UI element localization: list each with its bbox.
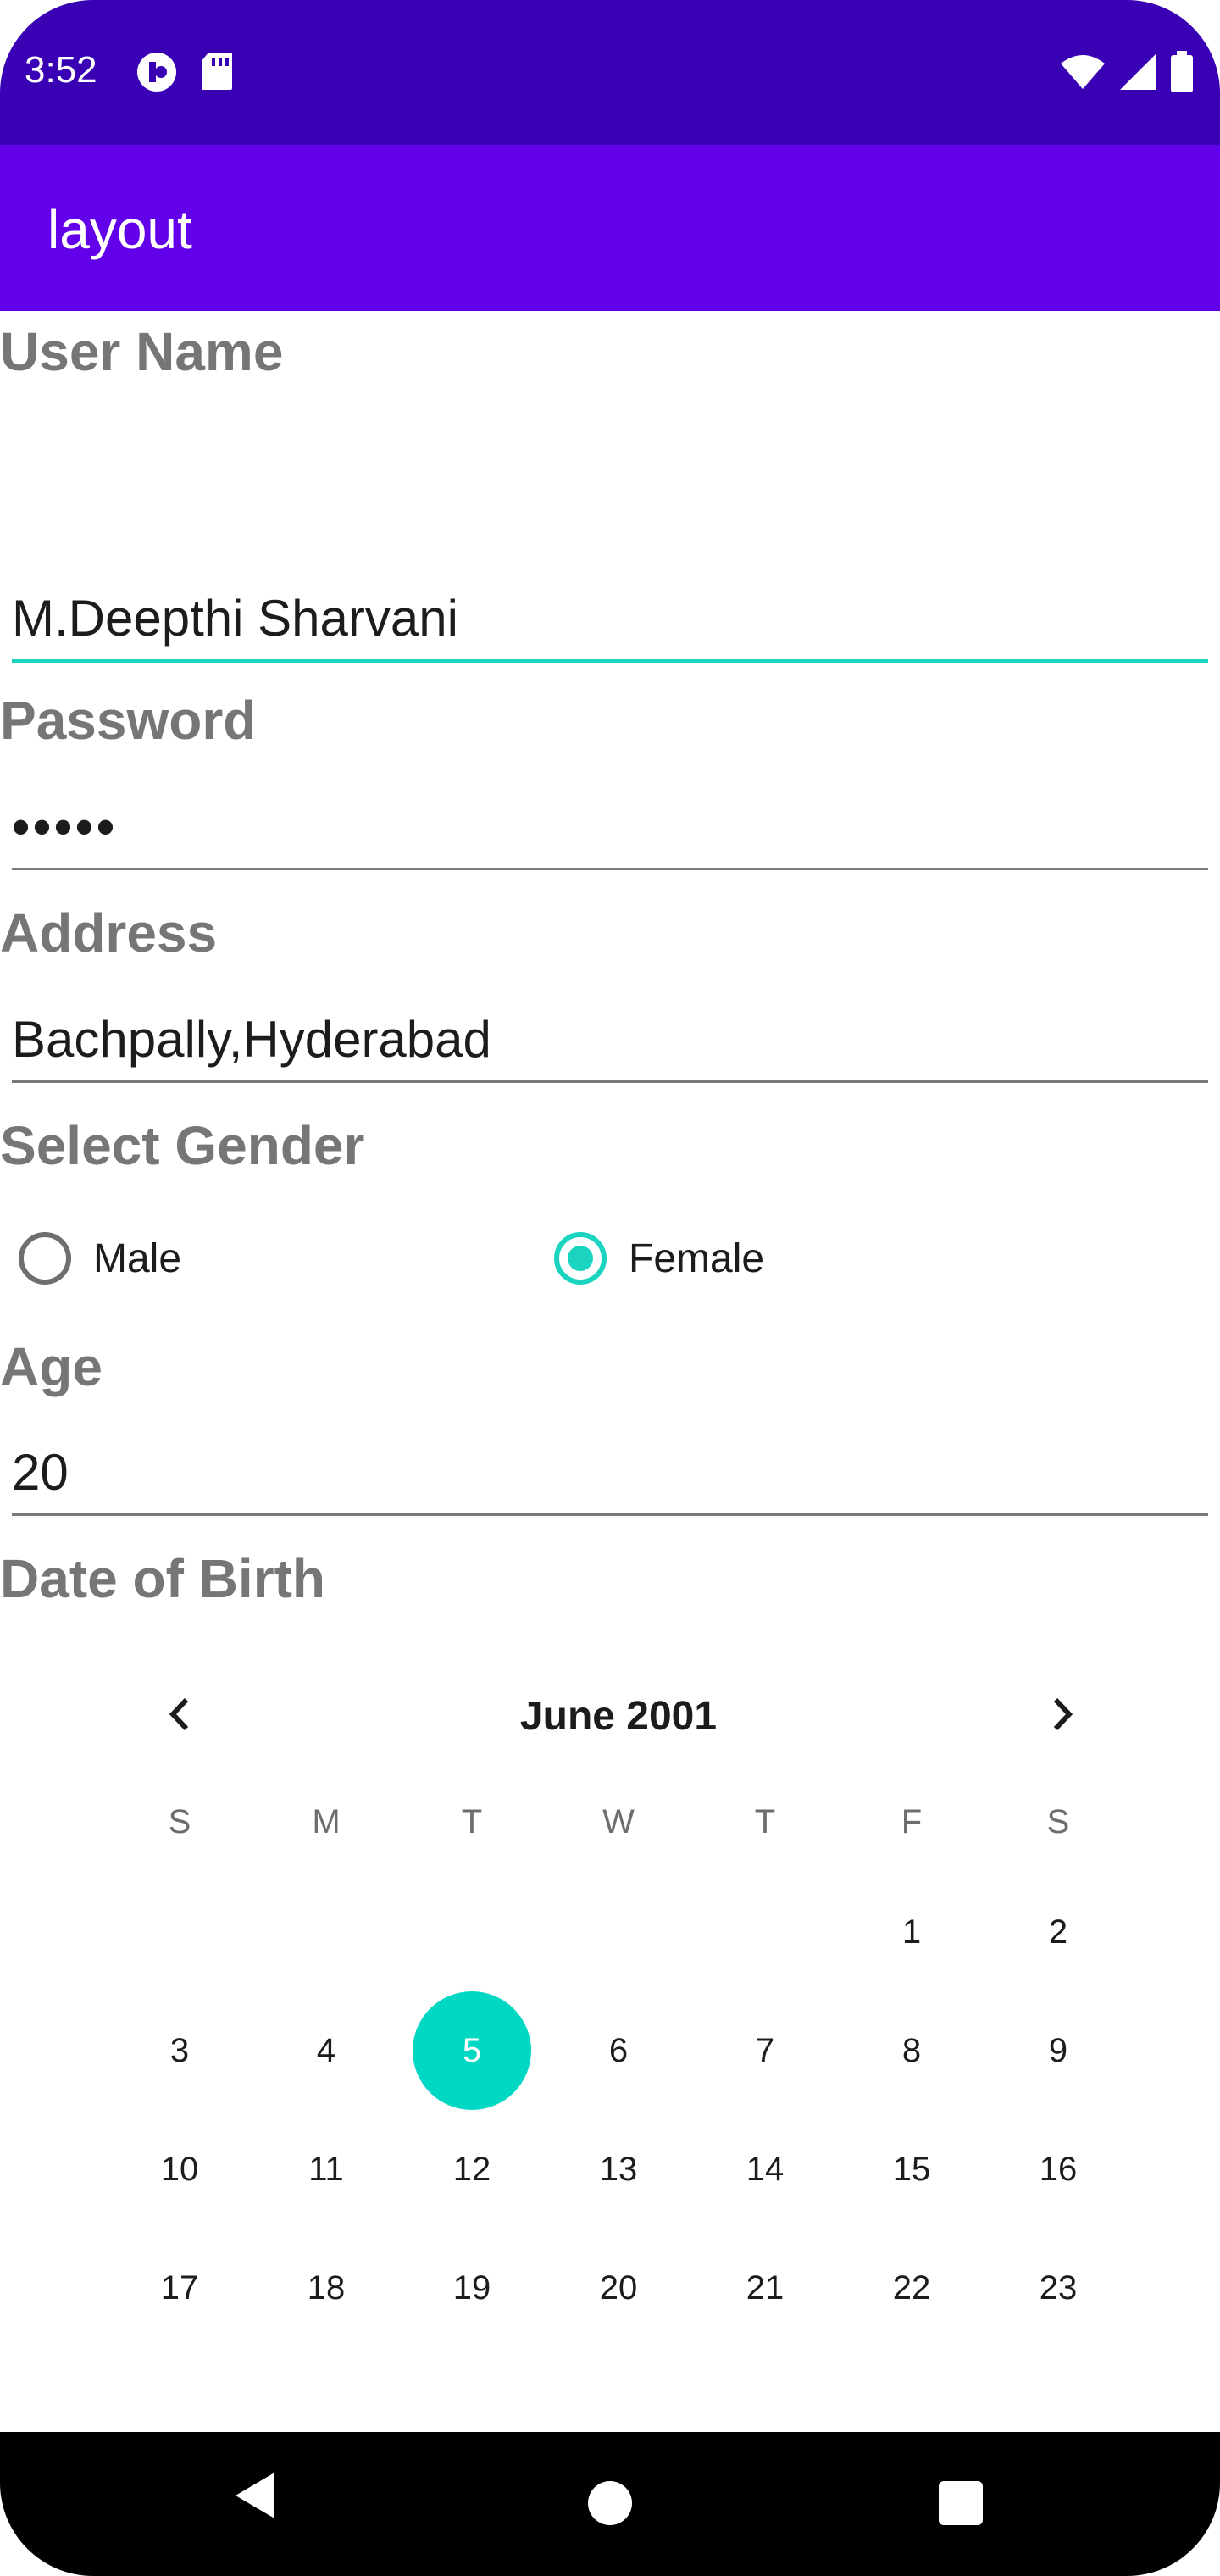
calendar-day[interactable]: 16	[1007, 2135, 1109, 2203]
calendar-day[interactable]: 8	[861, 2017, 962, 2085]
age-field[interactable]: 20	[12, 1420, 1208, 1516]
recents-icon[interactable]	[939, 2481, 983, 2525]
calendar-day[interactable]: 19	[421, 2254, 523, 2322]
status-bar: 3:52	[0, 0, 1220, 145]
weekday-header: M	[312, 1803, 341, 1840]
age-label: Age	[0, 1336, 103, 1397]
calendar-day[interactable]: 13	[568, 2135, 669, 2203]
signal-icon	[1118, 53, 1157, 96]
sd-card-icon	[200, 51, 234, 97]
calendar-day-selected[interactable]: 5	[421, 2017, 523, 2085]
password-label: Password	[0, 690, 257, 751]
calendar-day[interactable]: 9	[1007, 2017, 1109, 2085]
calendar-day[interactable]: 15	[861, 2135, 962, 2203]
battery-icon	[1169, 51, 1195, 97]
phone-screen: 3:52 layout User Name M.Deepthi Sharvani…	[0, 0, 1220, 2576]
gender-radio-group: Male Female	[0, 1220, 1220, 1296]
circle-logo-icon	[136, 51, 178, 97]
calendar-day[interactable]: 14	[714, 2135, 816, 2203]
calendar-day[interactable]: 7	[714, 2017, 816, 2085]
back-icon[interactable]	[229, 2466, 280, 2529]
username-field[interactable]: M.Deepthi Sharvani	[12, 566, 1208, 663]
calendar-day[interactable]: 3	[129, 2017, 230, 2085]
calendar-day[interactable]: 18	[275, 2254, 377, 2322]
calendar-day[interactable]: 21	[714, 2254, 816, 2322]
radio-female-dot	[568, 1246, 593, 1271]
navigation-bar	[0, 2432, 1220, 2576]
password-field[interactable]: •••••	[12, 774, 1208, 870]
radio-female-label[interactable]: Female	[629, 1235, 764, 1282]
dob-label: Date of Birth	[0, 1548, 325, 1609]
weekday-header: S	[1046, 1803, 1070, 1840]
calendar-day[interactable]: 12	[421, 2135, 523, 2203]
wifi-icon	[1059, 53, 1106, 95]
weekday-header: W	[602, 1803, 635, 1840]
app-title: layout	[47, 199, 192, 260]
radio-male-label[interactable]: Male	[93, 1235, 181, 1282]
weekday-header: T	[754, 1803, 776, 1840]
radio-male[interactable]: Male	[19, 1220, 181, 1296]
calendar-day[interactable]: 6	[568, 2017, 669, 2085]
calendar-day[interactable]: 2	[1007, 1898, 1109, 1966]
username-value: M.Deepthi Sharvani	[12, 590, 458, 647]
status-left-icons	[136, 51, 234, 97]
calendar-day[interactable]: 23	[1007, 2254, 1109, 2322]
radio-female-circle[interactable]	[554, 1232, 607, 1285]
chevron-right-icon[interactable]	[1040, 1693, 1083, 1740]
calendar-day[interactable]: 1	[861, 1898, 962, 1966]
address-value: Bachpally,Hyderabad	[12, 1011, 491, 1068]
status-right-icons	[1059, 51, 1195, 97]
address-field[interactable]: Bachpally,Hyderabad	[12, 987, 1208, 1083]
weekday-header: F	[901, 1803, 923, 1840]
calendar-header: June 2001	[0, 1686, 1220, 1754]
calendar-day[interactable]: 11	[275, 2135, 377, 2203]
address-label: Address	[0, 902, 218, 963]
app-bar: layout	[0, 145, 1220, 311]
status-time: 3:52	[25, 49, 97, 91]
calendar-day[interactable]: 4	[275, 2017, 377, 2085]
username-label: User Name	[0, 321, 284, 382]
calendar-month-label: June 2001	[519, 1694, 718, 1739]
radio-male-circle[interactable]	[19, 1232, 71, 1285]
gender-label: Select Gender	[0, 1115, 365, 1176]
calendar-day[interactable]: 17	[129, 2254, 230, 2322]
calendar-day[interactable]: 22	[861, 2254, 962, 2322]
password-value: •••••	[12, 798, 119, 855]
age-value: 20	[12, 1444, 69, 1501]
radio-female[interactable]: Female	[554, 1220, 764, 1296]
weekday-header: T	[461, 1803, 483, 1840]
home-icon[interactable]	[588, 2481, 632, 2525]
weekday-header: S	[168, 1803, 191, 1840]
calendar-day[interactable]: 20	[568, 2254, 669, 2322]
calendar-day[interactable]: 10	[129, 2135, 230, 2203]
